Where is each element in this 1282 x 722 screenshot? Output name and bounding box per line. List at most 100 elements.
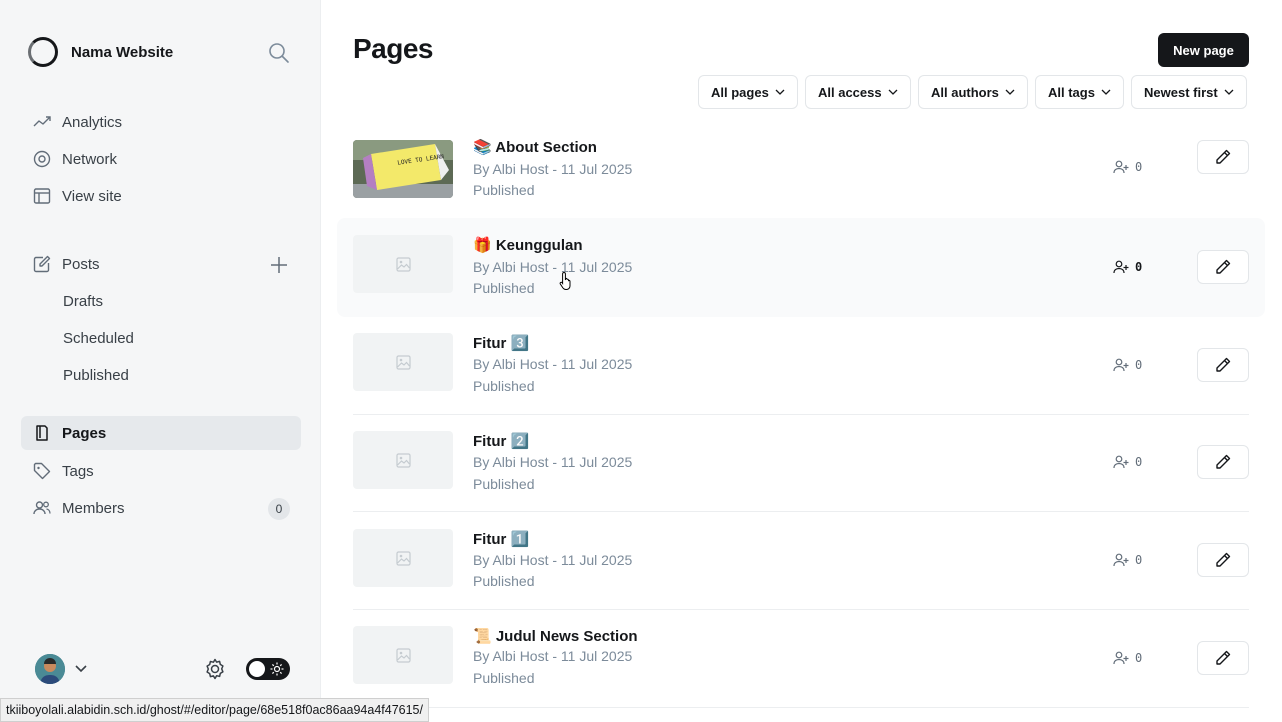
sidebar-item-pages[interactable]: Pages: [21, 416, 301, 450]
sidebar-item-scheduled[interactable]: Scheduled: [21, 321, 301, 355]
pages-icon: [33, 424, 51, 442]
filter-tags[interactable]: All tags: [1035, 75, 1124, 109]
sidebar-item-label: Analytics: [62, 113, 123, 131]
signups-value: 0: [1135, 260, 1143, 274]
page-meta: By Albi Host - 11 Jul 2025: [473, 552, 633, 568]
status-badge: Published: [473, 670, 535, 686]
pencil-icon: [1216, 552, 1231, 567]
page-title-link[interactable]: 📚 About Section: [473, 138, 597, 156]
list-item[interactable]: Fitur 1️⃣ By Albi Host - 11 Jul 2025 Pub…: [353, 513, 1249, 610]
filter-access[interactable]: All access: [805, 75, 911, 109]
avatar[interactable]: [35, 654, 65, 684]
page-title-link[interactable]: Fitur 2️⃣: [473, 432, 529, 450]
sun-icon: [270, 662, 284, 676]
image-icon: [396, 551, 411, 566]
theme-toggle[interactable]: [246, 658, 290, 680]
page-meta: By Albi Host - 11 Jul 2025: [473, 259, 633, 275]
image-icon: [396, 648, 411, 663]
chevron-down-icon: [1101, 89, 1111, 95]
sidebar: Nama Website Analytics Network View site…: [0, 0, 321, 722]
members-count-badge: 0: [268, 498, 290, 520]
user-plus-icon: [1113, 651, 1129, 665]
sidebar-item-label: View site: [62, 187, 122, 205]
hand-cursor-icon: [559, 271, 571, 290]
signups-value: 0: [1135, 160, 1143, 174]
user-plus-icon: [1113, 358, 1129, 372]
edit-page-button[interactable]: [1197, 348, 1249, 382]
sidebar-item-analytics[interactable]: Analytics: [21, 105, 301, 139]
layout-icon: [33, 187, 51, 205]
image-icon: [396, 257, 411, 272]
edit-page-button[interactable]: [1197, 140, 1249, 174]
signups-count: 0: [1113, 159, 1142, 175]
page-meta: By Albi Host - 11 Jul 2025: [473, 356, 633, 372]
page-meta: By Albi Host - 11 Jul 2025: [473, 454, 633, 470]
page-title-link[interactable]: Fitur 1️⃣: [473, 530, 529, 548]
filter-sort[interactable]: Newest first: [1131, 75, 1247, 109]
signups-count: 0: [1113, 357, 1142, 373]
filter-label: All tags: [1048, 84, 1095, 100]
search-icon[interactable]: [268, 42, 290, 64]
tag-icon: [33, 462, 51, 480]
filter-authors[interactable]: All authors: [918, 75, 1028, 109]
edit-page-button[interactable]: [1197, 543, 1249, 577]
sidebar-item-label: Posts: [62, 255, 100, 273]
list-item[interactable]: 📜 Judul News Section By Albi Host - 11 J…: [353, 611, 1249, 708]
status-badge: Published: [473, 476, 535, 492]
signups-count: 0: [1113, 454, 1142, 470]
edit-page-button[interactable]: [1197, 641, 1249, 675]
new-page-button[interactable]: New page: [1158, 33, 1249, 67]
image-icon: [396, 355, 411, 370]
page-title: Pages: [353, 33, 434, 64]
image-placeholder: [353, 333, 453, 391]
image-icon: [396, 453, 411, 468]
chevron-down-icon: [888, 89, 898, 95]
sidebar-item-label: Members: [62, 499, 125, 517]
gear-icon[interactable]: [203, 657, 227, 681]
filter-type[interactable]: All pages: [698, 75, 798, 109]
user-plus-icon: [1113, 260, 1129, 274]
chevron-down-icon[interactable]: [73, 660, 89, 676]
page-title-link[interactable]: 🎁 Keunggulan: [473, 236, 583, 254]
browser-status-url: tkiiboyolali.alabidin.sch.id/ghost/#/edi…: [0, 698, 429, 722]
chevron-down-icon: [1005, 89, 1015, 95]
sidebar-item-label: Drafts: [63, 292, 104, 310]
sidebar-item-network[interactable]: Network: [21, 142, 301, 176]
brand[interactable]: Nama Website: [28, 37, 173, 67]
sidebar-item-view-site[interactable]: View site: [21, 179, 301, 213]
page-title-link[interactable]: 📜 Judul News Section: [473, 627, 638, 645]
sidebar-item-members[interactable]: Members: [21, 491, 301, 525]
filter-label: Newest first: [1144, 84, 1218, 100]
edit-post-icon: [33, 255, 51, 273]
image-placeholder: [353, 235, 453, 293]
sidebar-item-drafts[interactable]: Drafts: [21, 284, 301, 318]
user-plus-icon: [1113, 553, 1129, 567]
status-badge: Published: [473, 280, 535, 296]
chevron-down-icon: [775, 89, 785, 95]
signups-value: 0: [1135, 455, 1143, 469]
page-meta: By Albi Host - 11 Jul 2025: [473, 161, 633, 177]
list-item[interactable]: Fitur 2️⃣ By Albi Host - 11 Jul 2025 Pub…: [353, 415, 1249, 512]
edit-page-button[interactable]: [1197, 445, 1249, 479]
list-item[interactable]: LOVE TO LEARN 📚 About Section By Albi Ho…: [353, 128, 1249, 225]
page-title-link[interactable]: Fitur 3️⃣: [473, 334, 529, 352]
list-item[interactable]: 🎁 Keunggulan By Albi Host - 11 Jul 2025 …: [337, 218, 1265, 317]
signups-count: 0: [1113, 650, 1142, 666]
user-plus-icon: [1113, 160, 1129, 174]
pencil-icon: [1216, 259, 1231, 274]
sidebar-item-published[interactable]: Published: [21, 358, 301, 392]
sidebar-item-label: Tags: [62, 462, 94, 480]
sidebar-item-tags[interactable]: Tags: [21, 454, 301, 488]
page-meta: By Albi Host - 11 Jul 2025: [473, 648, 633, 664]
pencil-icon: [1216, 357, 1231, 372]
signups-count: 0: [1113, 259, 1142, 275]
sidebar-item-posts[interactable]: Posts: [21, 247, 301, 281]
pencil-icon: [1216, 650, 1231, 665]
chevron-down-icon: [1224, 89, 1234, 95]
members-icon: [33, 499, 51, 517]
site-name: Nama Website: [71, 43, 174, 61]
edit-page-button[interactable]: [1197, 250, 1249, 284]
list-item[interactable]: Fitur 3️⃣ By Albi Host - 11 Jul 2025 Pub…: [353, 318, 1249, 415]
sidebar-item-label: Network: [62, 150, 118, 168]
add-post-icon[interactable]: [268, 254, 290, 276]
